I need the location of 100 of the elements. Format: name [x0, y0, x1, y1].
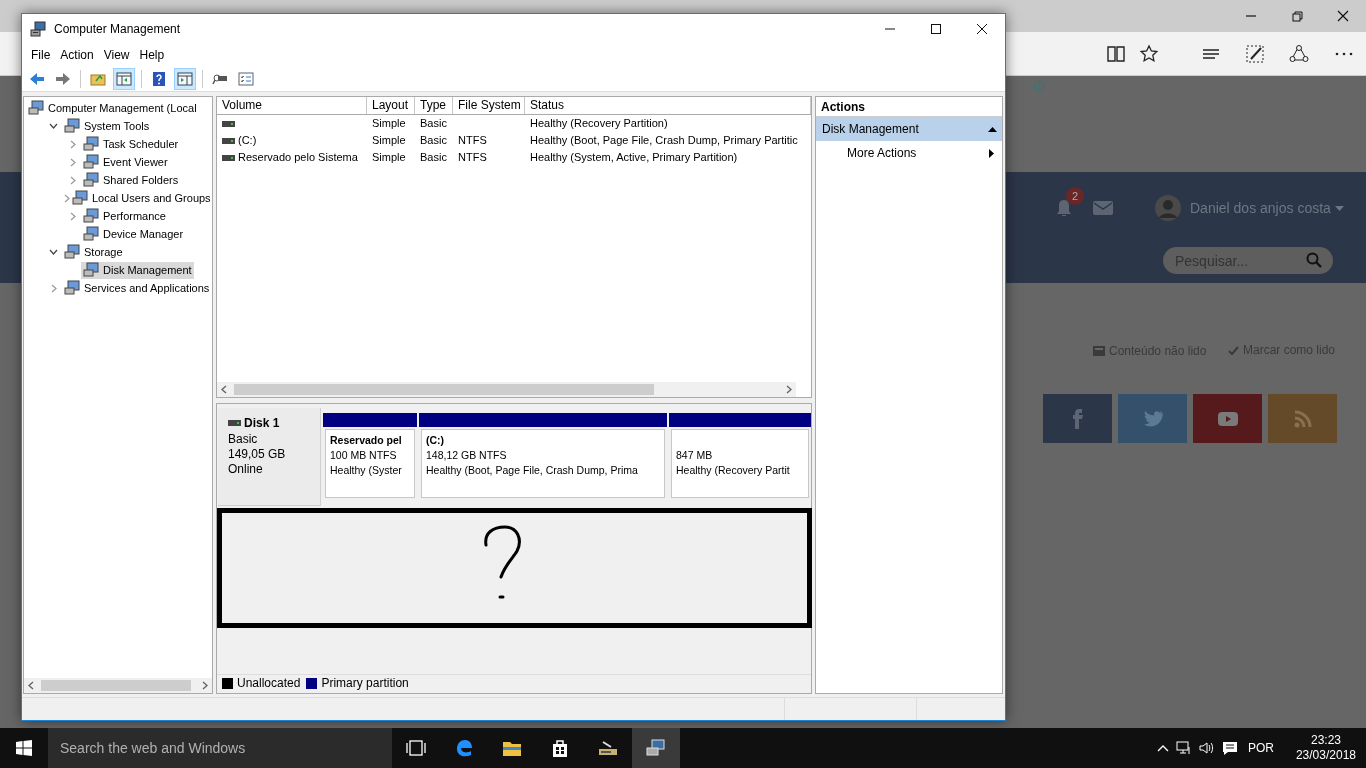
partition-status: Healthy (Recovery Partit	[676, 463, 791, 478]
computer-management-icon	[30, 21, 46, 37]
drive-icon	[222, 120, 235, 127]
expanded-chevron-icon[interactable]	[49, 123, 58, 129]
checklist-icon[interactable]	[238, 70, 254, 87]
tree-item[interactable]: Disk Management	[81, 261, 194, 279]
tree-item[interactable]: Performance	[81, 207, 168, 225]
drive-icon	[222, 154, 235, 161]
legend-label: Unallocated	[237, 675, 301, 692]
table-cell-text: Healthy (Recovery Partition)	[530, 116, 668, 132]
actions-section[interactable]: Disk Management	[816, 117, 1002, 141]
share-icon[interactable]	[1289, 44, 1309, 64]
table-cell-text: Simple	[372, 116, 406, 132]
reading-view-icon[interactable]	[1106, 44, 1126, 64]
partition-status: Healthy (Syster	[330, 463, 403, 478]
back-arrow-icon[interactable]	[29, 70, 45, 87]
column-header[interactable]: Status	[525, 97, 811, 114]
disk-status: Online	[228, 462, 264, 477]
partition-name: Reservado pel	[330, 433, 403, 448]
console-icon	[72, 190, 88, 206]
bird-icon	[1142, 408, 1163, 429]
language-indicator[interactable]: POR	[1244, 739, 1277, 757]
console-icon	[83, 262, 99, 278]
action-item[interactable]: More Actions	[816, 141, 1002, 165]
info-icon	[1033, 80, 1045, 92]
partition-size: 100 MB NTFS	[330, 448, 398, 463]
forward-arrow-icon[interactable]	[55, 70, 71, 87]
column-header[interactable]: File System	[453, 97, 525, 114]
horizontal-scrollbar[interactable]	[217, 382, 796, 397]
menu-item[interactable]: Action	[55, 46, 99, 64]
table-cell-text: Basic	[420, 116, 447, 132]
legend-label: Primary partition	[321, 675, 409, 692]
table-cell-text: Healthy (System, Active, Primary Partition)	[530, 150, 738, 166]
column-header[interactable]: Type	[415, 97, 453, 114]
column-header[interactable]: Volume	[217, 97, 367, 114]
console-icon	[83, 154, 99, 170]
table-cell-text: Healthy (Boot, Page File, Crash Dump, Primary Partitic	[530, 133, 798, 149]
chevron-up-icon[interactable]	[1156, 744, 1169, 752]
tree-item[interactable]: System Tools	[62, 117, 152, 135]
table-cell-text: Basic	[420, 133, 447, 149]
console-icon	[64, 280, 80, 296]
console-icon	[28, 100, 44, 116]
expanded-chevron-icon[interactable]	[49, 249, 58, 255]
scrollbar-thumb[interactable]	[41, 680, 191, 691]
restore-icon[interactable]	[1291, 10, 1305, 22]
rss-icon	[1292, 408, 1313, 429]
partition-status: Healthy (Boot, Page File, Crash Dump, Prima	[426, 463, 639, 478]
store-bag-icon	[550, 738, 570, 758]
tree-item[interactable]: Local Users and Groups	[70, 189, 212, 207]
task-view-icon	[406, 738, 426, 758]
column-header[interactable]: Layout	[367, 97, 415, 114]
table-cell-text: NTFS	[458, 133, 487, 149]
console-icon	[64, 118, 80, 134]
collapse-arrow-icon	[988, 126, 997, 132]
social-button[interactable]	[1193, 394, 1262, 443]
action-pane-icon[interactable]	[177, 70, 193, 87]
tree-item[interactable]: Event Viewer	[81, 153, 170, 171]
tree-item[interactable]: Device Manager	[81, 225, 186, 243]
table-cell-text: Reservado pelo Sistema	[238, 150, 358, 166]
menu-item[interactable]: Help	[134, 46, 170, 64]
clock-time[interactable]: 23:23	[1310, 733, 1341, 748]
close-icon[interactable]	[1336, 10, 1350, 22]
close-icon[interactable]	[977, 24, 987, 34]
collapsed-chevron-icon[interactable]	[50, 283, 57, 293]
computer-management-icon	[646, 738, 666, 758]
notification-icon[interactable]	[1221, 740, 1238, 756]
web-note-icon[interactable]	[1245, 44, 1265, 64]
tree-item[interactable]: Services and Applications	[62, 279, 212, 297]
table-cell-text: (C:)	[238, 133, 257, 149]
clock-date[interactable]: 23/03/2018	[1295, 748, 1356, 763]
menu-item[interactable]: View	[98, 46, 135, 64]
drive-tools-icon	[598, 738, 618, 758]
scrollbar-thumb[interactable]	[234, 384, 654, 395]
partition-block[interactable]: Reservado pel 100 MB NTFS Healthy (Syster	[323, 413, 417, 501]
disk-type: Basic	[228, 432, 259, 447]
favorite-star-icon[interactable]	[1139, 44, 1159, 64]
maximize-icon[interactable]	[931, 24, 941, 34]
partition-block[interactable]: 847 MB Healthy (Recovery Partit	[669, 413, 811, 501]
table-cell-text: Basic	[420, 150, 447, 166]
search-icon[interactable]	[1306, 252, 1322, 268]
newspaper-icon	[1093, 346, 1105, 356]
tree-item[interactable]: Shared Folders	[81, 171, 181, 189]
partition-block[interactable]: (C:) 148,12 GB NTFS Healthy (Boot, Page File, Crash Dump, Prima	[419, 413, 667, 501]
table-cell-text: NTFS	[458, 150, 487, 166]
taskbar-search-field[interactable]: Search the web and Windows	[48, 728, 392, 768]
network-icon[interactable]	[1175, 741, 1192, 755]
tree-item[interactable]: Storage	[62, 243, 125, 261]
window-title: Computer Management	[54, 21, 181, 38]
volume-icon[interactable]	[1198, 741, 1215, 755]
console-icon	[83, 172, 99, 188]
windows-start-icon[interactable]	[16, 740, 32, 756]
help-icon[interactable]	[151, 70, 167, 87]
menu-item[interactable]: File	[26, 46, 56, 64]
drive-icon	[228, 420, 241, 426]
tree-item[interactable]: Computer Management (Local	[26, 99, 199, 117]
caret-icon	[1334, 206, 1344, 211]
horizontal-scrollbar[interactable]	[24, 678, 212, 693]
check-icon	[1228, 345, 1239, 355]
pane-toggle-icon[interactable]	[116, 70, 132, 87]
tree-item[interactable]: Task Scheduler	[81, 135, 181, 153]
